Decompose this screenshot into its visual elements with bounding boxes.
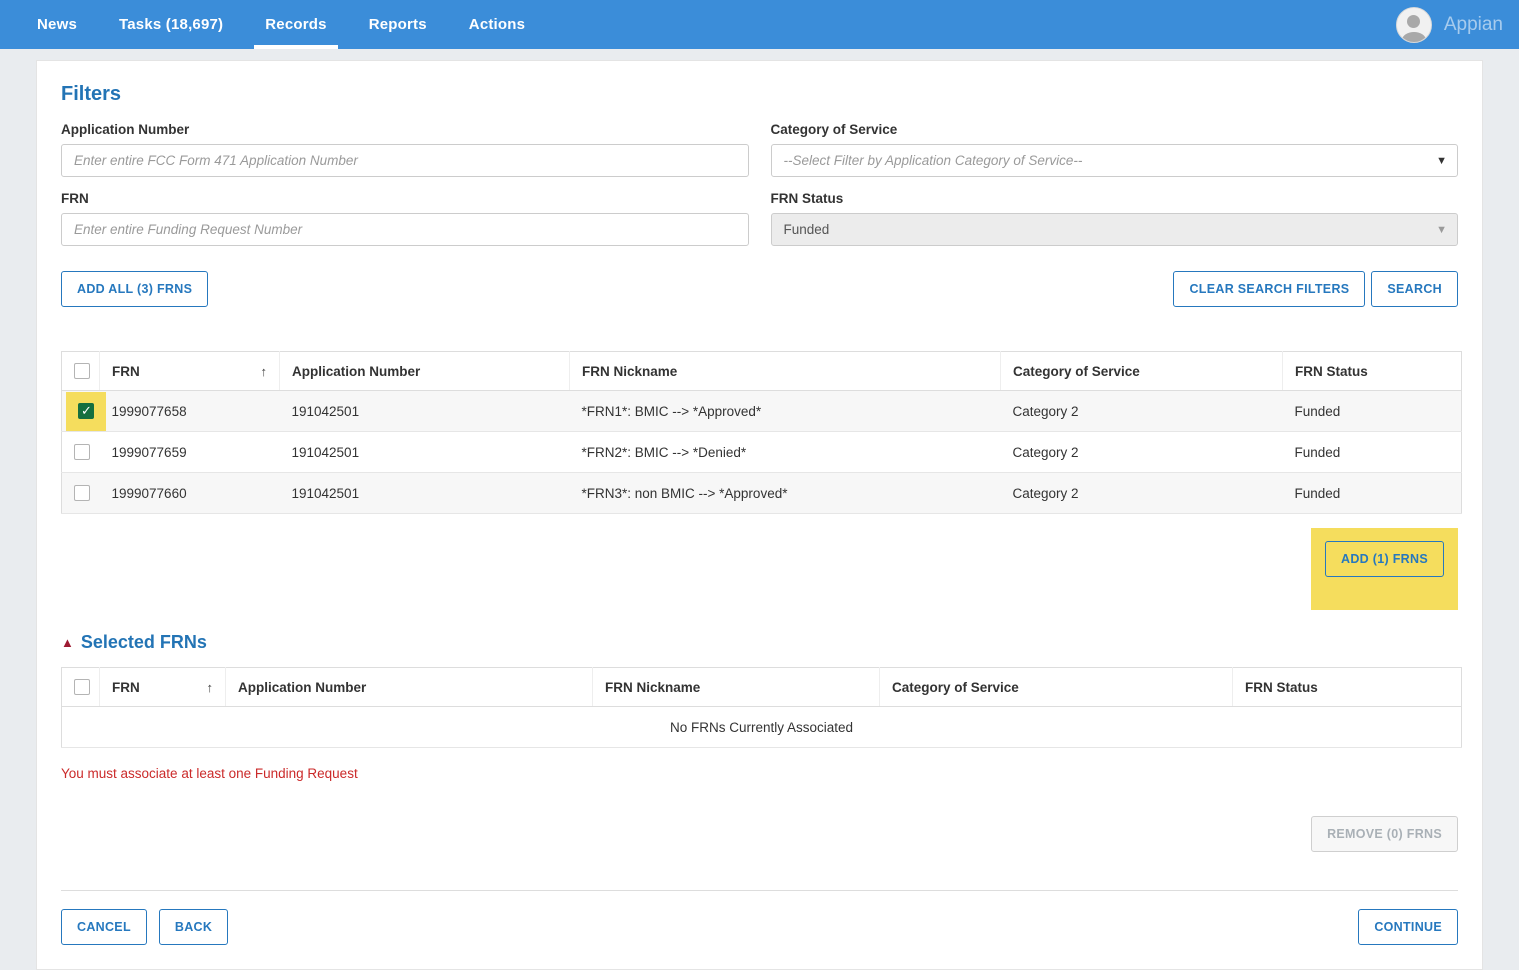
category-of-service-select[interactable]: --Select Filter by Application Category … xyxy=(771,144,1459,177)
cell-category: Category 2 xyxy=(1001,391,1283,432)
chevron-down-icon: ▼ xyxy=(1436,224,1447,236)
row-checkbox[interactable] xyxy=(74,444,90,460)
warning-triangle-icon: ▲ xyxy=(61,636,74,649)
select-all-checkbox[interactable] xyxy=(74,679,90,695)
row-checkbox[interactable] xyxy=(78,403,94,419)
cell-frn: 1999077658 xyxy=(100,391,280,432)
chevron-down-icon: ▼ xyxy=(1436,155,1447,167)
sort-up-arrow-icon: ↑ xyxy=(261,364,268,379)
sort-up-arrow-icon: ↑ xyxy=(207,680,214,695)
clear-search-filters-button[interactable]: CLEAR SEARCH FILTERS xyxy=(1173,271,1365,307)
results-header-nickname: FRN Nickname xyxy=(570,352,1001,391)
filters-title: Filters xyxy=(61,83,1458,106)
back-button[interactable]: BACK xyxy=(159,909,228,945)
frn-label: FRN xyxy=(61,191,749,206)
add-frns-button[interactable]: ADD (1) FRNS xyxy=(1325,541,1444,577)
cell-application-number: 191042501 xyxy=(280,391,570,432)
cell-application-number: 191042501 xyxy=(280,432,570,473)
cell-frn: 1999077659 xyxy=(100,432,280,473)
frn-status-label: FRN Status xyxy=(771,191,1459,206)
selected-header-row: FRN ↑ Application Number FRN Nickname Ca… xyxy=(62,668,1462,707)
cell-nickname: *FRN2*: BMIC --> *Denied* xyxy=(570,432,1001,473)
nav-item-reports[interactable]: Reports xyxy=(348,0,448,49)
user-avatar[interactable] xyxy=(1396,7,1432,43)
frn-input[interactable] xyxy=(61,213,749,246)
table-row: 1999077660 191042501 *FRN3*: non BMIC --… xyxy=(62,473,1462,514)
frn-status-select: Funded ▼ xyxy=(771,213,1459,246)
category-of-service-label: Category of Service xyxy=(771,122,1459,137)
search-button[interactable]: SEARCH xyxy=(1371,271,1458,307)
footer-divider xyxy=(61,890,1458,891)
avatar-person-icon xyxy=(1402,32,1426,43)
nav-item-actions[interactable]: Actions xyxy=(448,0,546,49)
cell-nickname: *FRN1*: BMIC --> *Approved* xyxy=(570,391,1001,432)
add-all-frns-button[interactable]: ADD ALL (3) FRNS xyxy=(61,271,208,307)
remove-frns-button: REMOVE (0) FRNS xyxy=(1311,816,1458,852)
row-checkbox[interactable] xyxy=(74,485,90,501)
category-of-service-value: --Select Filter by Application Category … xyxy=(784,153,1083,168)
main-panel: Filters Application Number Category of S… xyxy=(36,60,1483,970)
cell-category: Category 2 xyxy=(1001,432,1283,473)
validation-message: You must associate at least one Funding … xyxy=(61,766,1458,781)
application-number-label: Application Number xyxy=(61,122,749,137)
selected-header-application-number: Application Number xyxy=(226,668,593,707)
cell-frn: 1999077660 xyxy=(100,473,280,514)
top-navigation: News Tasks (18,697) Records Reports Acti… xyxy=(0,0,1519,49)
selected-frns-table: FRN ↑ Application Number FRN Nickname Ca… xyxy=(61,667,1462,748)
results-header-category: Category of Service xyxy=(1001,352,1283,391)
nav-item-news[interactable]: News xyxy=(16,0,98,49)
tutorial-highlight: ADD (1) FRNS xyxy=(1311,528,1458,610)
cell-status: Funded xyxy=(1283,432,1462,473)
selected-header-category: Category of Service xyxy=(880,668,1233,707)
select-all-checkbox[interactable] xyxy=(74,363,90,379)
selected-header-frn-label: FRN xyxy=(112,680,140,695)
cell-status: Funded xyxy=(1283,473,1462,514)
selected-header-status: FRN Status xyxy=(1233,668,1462,707)
cell-category: Category 2 xyxy=(1001,473,1283,514)
results-header-frn[interactable]: FRN ↑ xyxy=(100,352,280,391)
empty-state-row: No FRNs Currently Associated xyxy=(62,707,1462,748)
selected-header-frn[interactable]: FRN ↑ xyxy=(100,668,226,707)
table-row: 1999077658 191042501 *FRN1*: BMIC --> *A… xyxy=(62,391,1462,432)
cancel-button[interactable]: CANCEL xyxy=(61,909,147,945)
selected-header-nickname: FRN Nickname xyxy=(593,668,880,707)
frn-results-table: FRN ↑ Application Number FRN Nickname Ca… xyxy=(61,351,1462,514)
cell-application-number: 191042501 xyxy=(280,473,570,514)
cell-nickname: *FRN3*: non BMIC --> *Approved* xyxy=(570,473,1001,514)
tutorial-highlight xyxy=(66,392,106,431)
table-row: 1999077659 191042501 *FRN2*: BMIC --> *D… xyxy=(62,432,1462,473)
avatar-person-icon xyxy=(1407,15,1420,28)
appian-logo: Appian xyxy=(1444,14,1503,36)
cell-status: Funded xyxy=(1283,391,1462,432)
empty-state-message: No FRNs Currently Associated xyxy=(62,707,1462,748)
results-header-frn-label: FRN xyxy=(112,364,140,379)
results-header-application-number: Application Number xyxy=(280,352,570,391)
nav-item-tasks[interactable]: Tasks (18,697) xyxy=(98,0,244,49)
filters-form: Application Number Category of Service -… xyxy=(61,122,1458,246)
results-header-row: FRN ↑ Application Number FRN Nickname Ca… xyxy=(62,352,1462,391)
results-header-status: FRN Status xyxy=(1283,352,1462,391)
nav-item-records[interactable]: Records xyxy=(244,0,347,49)
selected-frns-title: Selected FRNs xyxy=(81,632,207,653)
continue-button[interactable]: CONTINUE xyxy=(1358,909,1458,945)
frn-status-value: Funded xyxy=(784,222,830,237)
application-number-input[interactable] xyxy=(61,144,749,177)
